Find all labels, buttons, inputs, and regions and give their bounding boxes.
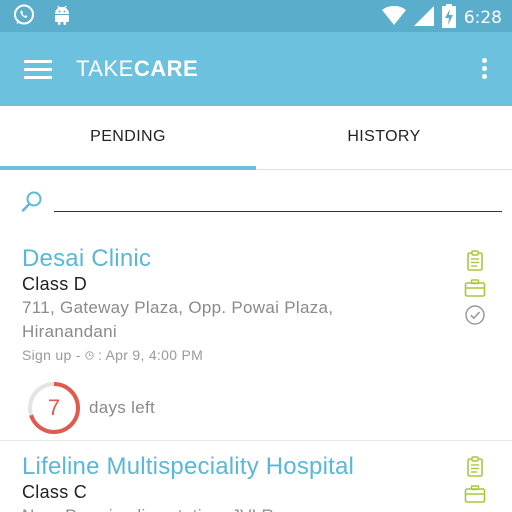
signup-date: : Apr 9, 4:00 PM <box>97 347 204 364</box>
signup-info: Sign up - : Apr 9, 4:00 PM <box>22 347 203 366</box>
facility-class: Class D <box>22 274 88 294</box>
facility-card[interactable]: Desai Clinic Class D 711, Gateway Plaza,… <box>0 230 512 440</box>
days-left-label: days left <box>89 398 156 417</box>
app-bar: TAKECARE <box>0 32 512 106</box>
signal-icon <box>413 6 434 30</box>
search-bar <box>0 170 512 230</box>
tab-pending[interactable]: PENDING <box>0 106 256 170</box>
facility-name[interactable]: Lifeline Multispeciality Hospital <box>22 453 354 481</box>
whatsapp-icon <box>12 3 36 31</box>
battery-charging-icon <box>441 4 456 32</box>
search-input[interactable] <box>54 188 502 210</box>
status-bar-system: 6:28 <box>381 4 502 32</box>
check-circle-icon[interactable] <box>464 304 486 326</box>
facility-address: Near Powai police station, JVLR <box>22 504 422 512</box>
facility-class: Class C <box>22 482 88 502</box>
search-icon[interactable] <box>20 190 44 218</box>
days-count: 7 <box>47 395 61 420</box>
clock-icon <box>85 347 94 363</box>
status-bar-notifications <box>12 3 72 31</box>
facility-card[interactable]: Lifeline Multispeciality Hospital Class … <box>0 441 512 512</box>
facility-address: 711, Gateway Plaza, Opp. Powai Plaza, Hi… <box>22 298 334 341</box>
app-title-part-1: TAKE <box>76 56 134 81</box>
tab-bar: PENDING HISTORY <box>0 106 512 170</box>
status-bar: 6:28 <box>0 0 512 32</box>
clipboard-icon[interactable] <box>464 456 486 478</box>
briefcase-icon[interactable] <box>464 483 486 505</box>
overflow-menu-icon[interactable] <box>482 58 488 82</box>
app-title-part-2: CARE <box>133 56 199 81</box>
tab-history[interactable]: HISTORY <box>256 106 512 170</box>
countdown-ring: 7 <box>27 381 81 435</box>
card-actions <box>464 250 486 331</box>
card-actions <box>464 456 486 510</box>
briefcase-icon[interactable] <box>464 277 486 299</box>
facility-name[interactable]: Desai Clinic <box>22 245 151 273</box>
signup-label: Sign up - <box>22 347 85 364</box>
clipboard-icon[interactable] <box>464 250 486 272</box>
status-bar-time: 6:28 <box>463 8 502 28</box>
app-title: TAKECARE <box>76 56 198 82</box>
menu-icon[interactable] <box>24 60 52 80</box>
wifi-icon <box>381 5 406 30</box>
search-underline <box>54 211 502 212</box>
android-icon <box>52 3 72 31</box>
